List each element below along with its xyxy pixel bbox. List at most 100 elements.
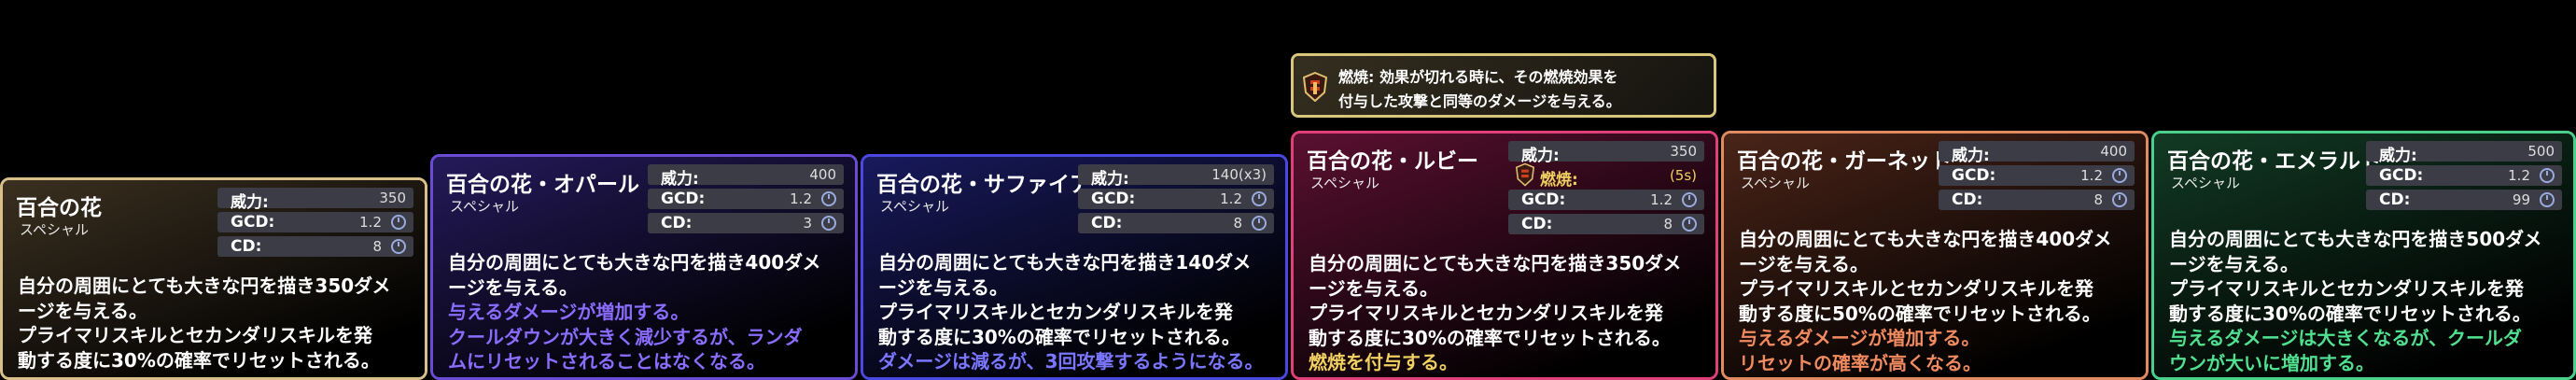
stat-gcd: GCD: 1.2 <box>217 212 413 232</box>
card-subtitle: スペシャル <box>880 198 949 215</box>
stat-power: 威力: 400 <box>1939 141 2135 165</box>
stat-label: GCD: <box>1952 166 1996 185</box>
card-title: 百合の花・エメラルド <box>2167 149 2382 174</box>
upgrade-effect-line: 与えるダメージが増加する。 <box>448 301 690 323</box>
description-line: 自分の周囲にとても大きな円を描き400ダメ <box>1739 228 2112 250</box>
card-description: 自分の周囲にとても大きな円を描き500ダメ ージを与える。 プライマリスキルとセカン… <box>2169 227 2542 375</box>
stat-power: 威力: 140(x3) <box>1078 164 1274 189</box>
stat-value: 1.2 <box>2080 167 2103 184</box>
stat-cd: CD: 8 <box>1078 213 1274 233</box>
stat-burn: 燃焼: (5s) <box>1508 162 1704 190</box>
stat-label: CD: <box>1521 215 1553 233</box>
description-line: プライマリスキルとセカンダリスキルを発 <box>2169 277 2524 300</box>
stat-value: 400 <box>809 166 836 183</box>
skill-card-garnet: 百合の花・ガーネット スペシャル 威力: 400 GCD: 1.2 CD: 8 自分の周囲にとて… <box>1721 131 2149 380</box>
stat-label: GCD: <box>1091 190 1136 208</box>
stat-gcd: GCD: 1.2 <box>1939 165 2135 186</box>
description-line: 自分の周囲にとても大きな円を描き500ダメ <box>2169 228 2542 250</box>
stat-power: 威力: 350 <box>1508 141 1704 165</box>
stat-value: 350 <box>379 190 406 206</box>
description-line: ージを与える。 <box>18 299 147 322</box>
stat-label: GCD: <box>1521 190 1566 209</box>
stat-cd: CD: 8 <box>217 236 413 257</box>
clock-icon <box>1682 217 1697 232</box>
stat-power: 威力: 400 <box>648 164 844 189</box>
stat-label: 威力: <box>1952 147 1990 165</box>
stat-value: 350 <box>1670 143 1697 160</box>
upgrade-effect-line: ウンが大いに増加する。 <box>2169 351 2374 374</box>
description-line: ージを与える。 <box>2169 252 2299 275</box>
skill-card-sapphire: 百合の花・サファイア スペシャル 威力: 140(x3) GCD: 1.2 CD: 8 自分の周… <box>861 154 1288 380</box>
stats-panel: 威力: 140(x3) GCD: 1.2 CD: 8 <box>1078 164 1274 237</box>
stats-panel: 威力: 350 燃焼: (5s) GCD: 1.2 CD: 8 <box>1508 141 1704 238</box>
upgrade-effect-line: 与えるダメージは大きくなるが、クールダ <box>2169 327 2522 349</box>
stat-gcd: GCD: 1.2 <box>648 189 844 209</box>
description-line: プライマリスキルとセカンダリスキルを発 <box>1309 302 1663 324</box>
stat-value: 500 <box>2527 143 2555 160</box>
stat-label: 威力: <box>661 170 699 189</box>
burn-shield-icon <box>1303 72 1327 102</box>
description-line: 自分の周囲にとても大きな円を描き350ダメ <box>1309 252 1682 274</box>
skill-card-opal: 百合の花・オパール スペシャル 威力: 400 GCD: 1.2 CD: 3 自分の周囲にとても… <box>430 154 858 380</box>
upgrade-effect-line: ダメージは減るが、3回攻撃するようになる。 <box>878 350 1264 373</box>
upgrade-effect-line: クールダウンが大きく減少するが、ランダ <box>448 325 803 348</box>
card-title: 百合の花・サファイア <box>876 173 1091 197</box>
stat-power: 威力: 350 <box>217 188 413 212</box>
clock-icon <box>2112 192 2127 207</box>
card-description: 自分の周囲にとても大きな円を描き350ダメ ージを与える。 プライマリスキルとセカン… <box>1309 251 1682 375</box>
clock-icon <box>821 191 836 206</box>
tooltip-line-1: 燃焼: 効果が切れる時に、その燃焼効果を <box>1338 68 1618 86</box>
stat-cd: CD: 3 <box>648 213 844 233</box>
upgrade-effect-line: リセットの確率が高くなる。 <box>1739 351 1981 374</box>
skill-card-emerald: 百合の花・エメラルド スペシャル 威力: 500 GCD: 1.2 CD: 99 自分の周囲にと… <box>2151 131 2576 380</box>
stat-cd: CD: 99 <box>2366 190 2562 210</box>
stat-label: CD: <box>231 237 262 256</box>
stat-label: CD: <box>2379 190 2411 209</box>
stat-label: CD: <box>1952 190 1983 209</box>
stat-label: GCD: <box>2379 166 2424 185</box>
description-line: 動する度に30%の確率でリセットされる。 <box>2169 302 2531 325</box>
stat-label: 威力: <box>1091 170 1129 189</box>
description-line: 動する度に30%の確率でリセットされる。 <box>1309 326 1671 349</box>
description-line: ージを与える。 <box>1739 252 1869 275</box>
stat-label: 威力: <box>231 193 269 212</box>
stat-gcd: GCD: 1.2 <box>2366 165 2562 186</box>
stat-label: CD: <box>661 214 693 232</box>
stat-value: 8 <box>2093 191 2103 208</box>
card-title: 百合の花 <box>16 196 102 220</box>
skill-card-ruby: 百合の花・ルビー スペシャル 威力: 350 燃焼: (5s) GCD: 1.2 CD: 8 自分の… <box>1291 131 1718 380</box>
stat-value: 1.2 <box>1650 191 1673 208</box>
stat-value: (5s) <box>1669 167 1697 184</box>
card-subtitle: スペシャル <box>1310 175 1379 191</box>
stats-panel: 威力: 400 GCD: 1.2 CD: 3 <box>648 164 844 237</box>
stat-value: 8 <box>372 238 382 255</box>
stat-value: 1.2 <box>1220 190 1242 207</box>
stat-cd: CD: 8 <box>1939 190 2135 210</box>
clock-icon <box>391 215 406 230</box>
card-description: 自分の周囲にとても大きな円を描き400ダメ ージを与える。 与えるダメージが増加する… <box>448 250 821 374</box>
stat-gcd: GCD: 1.2 <box>1078 189 1274 209</box>
card-title: 百合の花・オパール <box>446 173 639 197</box>
clock-icon <box>2112 168 2127 183</box>
skill-card-base: 百合の花 スペシャル 威力: 350 GCD: 1.2 CD: 8 自分の周囲にとても大きな円を… <box>0 177 427 380</box>
card-description: 自分の周囲にとても大きな円を描き400ダメ ージを与える。 プライマリスキルとセカン… <box>1739 227 2112 375</box>
upgrade-effect-line: 与えるダメージが増加する。 <box>1739 327 1981 349</box>
upgrade-effect-line: 燃焼を付与する。 <box>1309 351 1458 373</box>
description-line: プライマリスキルとセカンダリスキルを発 <box>18 324 372 346</box>
stat-label: 燃焼: <box>1540 171 1578 190</box>
stat-value: 140(x3) <box>1211 166 1267 183</box>
clock-icon <box>2540 192 2555 207</box>
description-line: 動する度に30%の確率でリセットされる。 <box>878 325 1240 348</box>
card-title: 百合の花・ガーネット <box>1737 149 1952 174</box>
stat-value: 3 <box>803 215 812 232</box>
description-line: ージを与える。 <box>448 275 578 299</box>
clock-icon <box>1252 216 1267 231</box>
card-subtitle: スペシャル <box>1741 175 1810 191</box>
stat-value: 8 <box>1233 215 1242 232</box>
stat-value: 8 <box>1663 216 1673 232</box>
stat-value: 1.2 <box>790 190 812 207</box>
description-line: 動する度に30%の確率でリセットされる。 <box>18 348 380 372</box>
stat-label: 威力: <box>2379 147 2417 165</box>
stat-value: 400 <box>2100 143 2127 160</box>
clock-icon <box>1252 191 1267 206</box>
